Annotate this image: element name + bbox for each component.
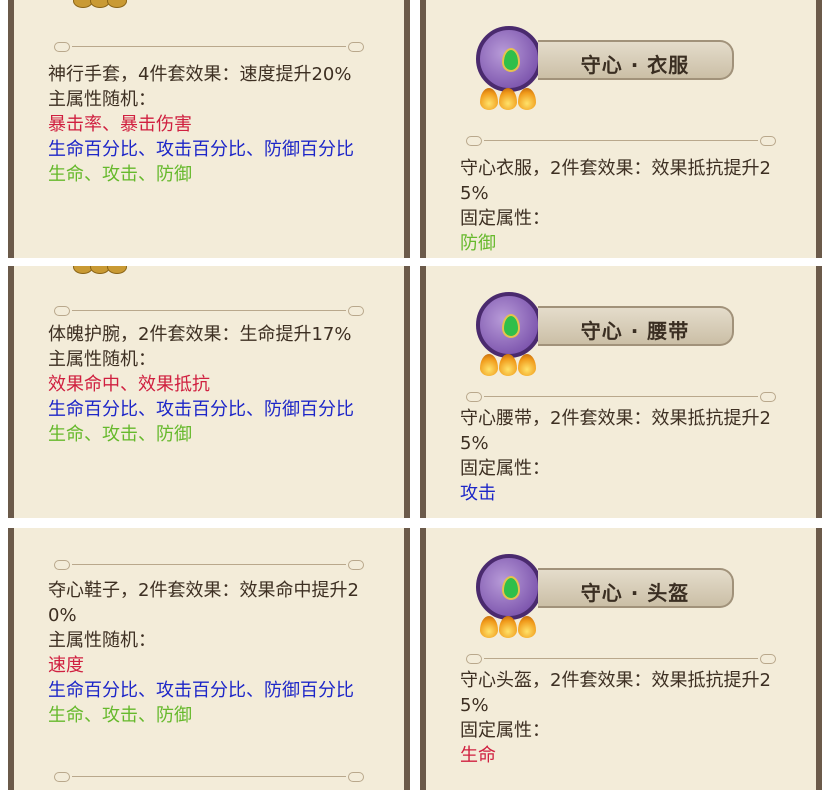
main-stat-speed: 速度 [48, 655, 84, 676]
fixed-stat-value: 防御 [460, 233, 496, 254]
ornament-divider [54, 772, 364, 782]
ornament-divider [54, 42, 364, 52]
set-bonus-line: 体魄护腕，2件套效果：生命提升17% [48, 324, 352, 345]
item-title-banner: 守心 · 头盔 [538, 568, 734, 608]
set-card-helmet: 守心 · 头盔 守心头盔，2件套效果：效果抵抗提升25% 固定属性： 生命 [420, 528, 822, 790]
coin-icon-row [73, 0, 127, 8]
set-bonus-line: 守心衣服，2件套效果：效果抵抗提升25% [460, 158, 771, 204]
main-stat-crit: 暴击率、暴击伤害 [48, 114, 192, 135]
ornament-divider [54, 306, 364, 316]
main-stat-label: 主属性随机： [48, 630, 156, 651]
helmet-icon[interactable] [476, 554, 542, 620]
set-bonus-line: 守心头盔，2件套效果：效果抵抗提升25% [460, 670, 771, 716]
item-title-banner: 守心 · 腰带 [538, 306, 734, 346]
set-description: 守心腰带，2件套效果：效果抵抗提升25% 固定属性： 攻击 [460, 406, 794, 506]
main-stat-percent: 生命百分比、攻击百分比、防御百分比 [48, 680, 354, 701]
fixed-stat-label: 固定属性： [460, 208, 550, 229]
set-bonus-line: 守心腰带，2件套效果：效果抵抗提升25% [460, 408, 771, 454]
ornament-divider [466, 654, 776, 664]
armor-icon[interactable] [476, 26, 542, 92]
set-description: 守心衣服，2件套效果：效果抵抗提升25% 固定属性： 防御 [460, 156, 794, 256]
set-bonus-line: 夺心鞋子，2件套效果：效果命中提升20% [48, 580, 359, 626]
fixed-stat-value: 生命 [460, 745, 496, 766]
main-stat-label: 主属性随机： [48, 89, 156, 110]
fixed-stat-value: 攻击 [460, 483, 496, 504]
main-stat-label: 主属性随机： [48, 349, 156, 370]
main-stat-effect: 效果命中、效果抵抗 [48, 374, 210, 395]
main-stat-flat: 生命、攻击、防御 [48, 705, 192, 726]
ornament-divider [466, 392, 776, 402]
item-title-banner: 守心 · 衣服 [538, 40, 734, 80]
set-description: 夺心鞋子，2件套效果：效果命中提升20% 主属性随机： 速度 生命百分比、攻击百… [48, 578, 382, 728]
equipment-set-grid: 神行手套，4件套效果：速度提升20% 主属性随机： 暴击率、暴击伤害 生命百分比… [0, 0, 830, 790]
main-stat-percent: 生命百分比、攻击百分比、防御百分比 [48, 399, 354, 420]
set-card-shoes: 夺心鞋子，2件套效果：效果命中提升20% 主属性随机： 速度 生命百分比、攻击百… [8, 528, 410, 790]
set-card-belt: 守心 · 腰带 守心腰带，2件套效果：效果抵抗提升25% 固定属性： 攻击 [420, 266, 822, 518]
set-description: 体魄护腕，2件套效果：生命提升17% 主属性随机： 效果命中、效果抵抗 生命百分… [48, 322, 382, 447]
belt-icon[interactable] [476, 292, 542, 358]
main-stat-percent: 生命百分比、攻击百分比、防御百分比 [48, 139, 354, 160]
main-stat-flat: 生命、攻击、防御 [48, 164, 192, 185]
main-stat-flat: 生命、攻击、防御 [48, 424, 192, 445]
fixed-stat-label: 固定属性： [460, 720, 550, 741]
set-card-bracer: 体魄护腕，2件套效果：生命提升17% 主属性随机： 效果命中、效果抵抗 生命百分… [8, 266, 410, 518]
ornament-divider [466, 136, 776, 146]
item-header: 守心 · 腰带 [466, 284, 766, 380]
fixed-stat-label: 固定属性： [460, 458, 550, 479]
item-title: 守心 · 腰带 [580, 319, 690, 343]
star-flames [480, 354, 537, 376]
item-header: 守心 · 头盔 [466, 546, 766, 642]
item-header: 守心 · 衣服 [466, 18, 766, 114]
item-title: 守心 · 头盔 [580, 581, 690, 605]
set-description: 神行手套，4件套效果：速度提升20% 主属性随机： 暴击率、暴击伤害 生命百分比… [48, 62, 382, 187]
item-title: 守心 · 衣服 [580, 53, 690, 77]
star-flames [480, 88, 537, 110]
set-card-gloves: 神行手套，4件套效果：速度提升20% 主属性随机： 暴击率、暴击伤害 生命百分比… [8, 0, 410, 258]
star-flames [480, 616, 537, 638]
set-bonus-line: 神行手套，4件套效果：速度提升20% [48, 64, 352, 85]
set-description: 守心头盔，2件套效果：效果抵抗提升25% 固定属性： 生命 [460, 668, 794, 768]
coin-icon-row [73, 266, 127, 274]
set-card-armor: 守心 · 衣服 守心衣服，2件套效果：效果抵抗提升25% 固定属性： 防御 [420, 0, 822, 258]
ornament-divider [54, 560, 364, 570]
